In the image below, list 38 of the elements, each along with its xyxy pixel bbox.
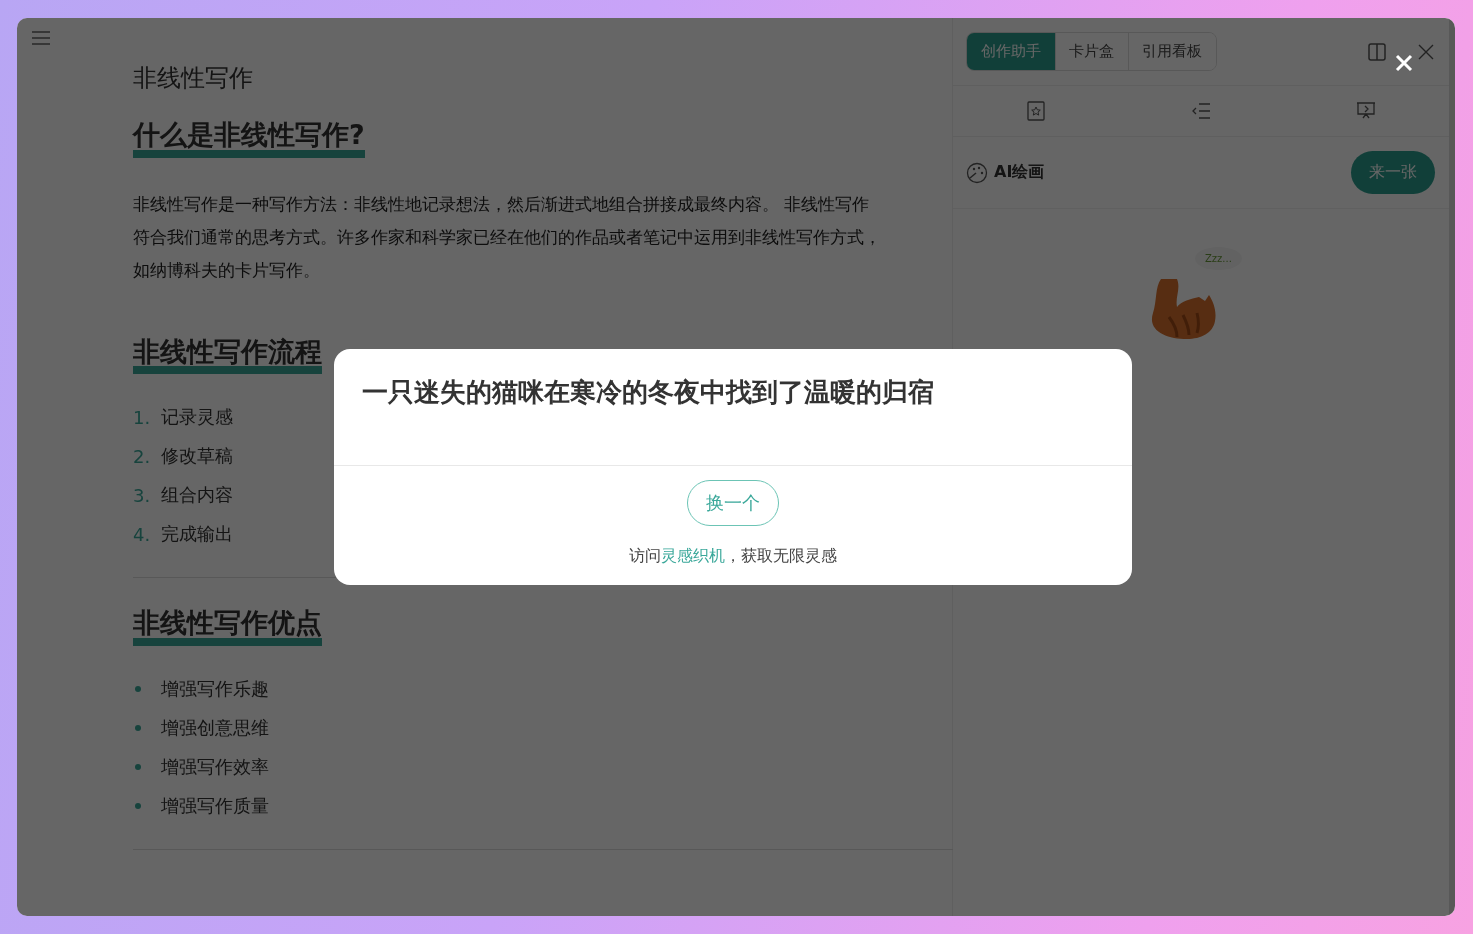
bullet-icon xyxy=(135,803,141,810)
list-number: 2. xyxy=(133,445,149,467)
list-item-text: 记录灵感 xyxy=(161,405,233,430)
dialog-title: 一只迷失的猫咪在寒冷的冬夜中找到了温暖的归宿 xyxy=(334,349,1132,466)
speech-bubble: Zzz... xyxy=(1195,247,1242,270)
footer-link[interactable]: 灵感织机 xyxy=(661,546,725,565)
bullet-icon xyxy=(135,725,141,732)
list-number: 1. xyxy=(133,406,149,428)
list-item-text: 完成输出 xyxy=(161,522,233,547)
list-number: 3. xyxy=(133,484,149,506)
list-number: 4. xyxy=(133,523,149,545)
paragraph-line: 非线性写作是一种写作方法：非线性地记录想法，然后渐进式地组合拼接成最终内容。 非线性写作 xyxy=(133,192,871,216)
list-item-text: 修改草稿 xyxy=(161,444,233,469)
generate-button[interactable]: 来一张 xyxy=(1351,151,1435,194)
document-title: 非线性写作 xyxy=(133,63,254,94)
refresh-button[interactable]: 换一个 xyxy=(687,480,779,526)
list-item-text: 增强写作乐趣 xyxy=(161,677,269,702)
section-heading: 非线性写作流程 xyxy=(133,336,322,375)
list-item-text: 增强创意思维 xyxy=(161,716,269,741)
paragraph-line: 符合我们通常的思考方式。许多作家和科学家已经在他们的作品或者笔记中运用到非线性写作方式， xyxy=(133,225,882,249)
palette-icon xyxy=(966,161,988,184)
footer-text: 访问灵感织机，获取无限灵感 xyxy=(629,546,837,567)
panel-tab[interactable]: 创作助手 xyxy=(967,33,1055,70)
list-item-text: 组合内容 xyxy=(161,483,233,508)
list-item-text: 增强写作质量 xyxy=(161,794,269,819)
star-card-icon[interactable] xyxy=(1025,101,1046,121)
section-heading: 什么是非线性写作? xyxy=(133,120,365,158)
bullet-icon xyxy=(135,764,141,771)
section-label: AI绘画 xyxy=(994,162,1045,183)
paragraph-line: 如纳博科夫的卡片写作。 xyxy=(133,258,321,282)
presentation-icon[interactable] xyxy=(1356,101,1377,121)
section-heading: 非线性写作优点 xyxy=(133,608,322,647)
close-icon[interactable] xyxy=(1417,42,1435,61)
menu-icon[interactable] xyxy=(31,31,51,45)
list-item-text: 增强写作效率 xyxy=(161,755,269,780)
bullet-icon xyxy=(135,686,141,693)
split-view-icon[interactable] xyxy=(1367,41,1387,62)
outline-icon[interactable] xyxy=(1191,101,1211,121)
